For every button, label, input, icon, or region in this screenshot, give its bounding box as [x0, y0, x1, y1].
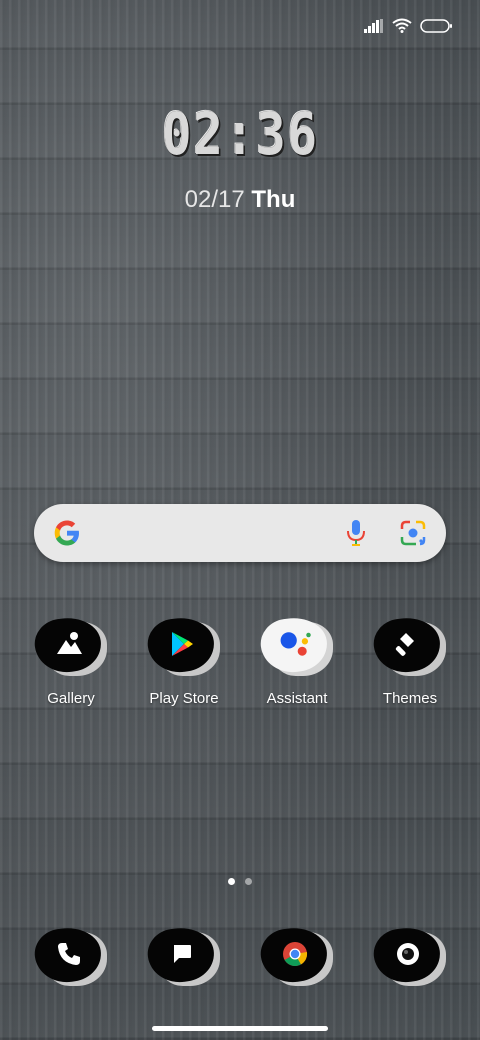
camera-blob — [370, 923, 448, 992]
chrome-icon — [277, 936, 313, 972]
app-label-themes: Themes — [382, 690, 438, 707]
assistant-icon — [277, 626, 313, 662]
google-search-bar[interactable] — [34, 504, 446, 562]
app-assistant[interactable]: Assistant — [242, 613, 352, 707]
gallery-blob — [31, 613, 109, 682]
chrome-blob — [257, 923, 335, 992]
mic-icon[interactable] — [346, 519, 366, 547]
date-widget[interactable]: 02/17 Thu — [0, 186, 480, 214]
app-themes[interactable]: Themes — [355, 613, 465, 707]
play-store-icon — [164, 626, 200, 662]
gesture-nav-handle[interactable] — [152, 1026, 328, 1031]
status-icons — [364, 18, 452, 33]
themes-blob — [370, 613, 448, 682]
messages-icon — [164, 936, 200, 972]
clock-widget[interactable]: 02:36 — [0, 100, 480, 168]
dock-camera[interactable] — [355, 923, 465, 992]
google-g-icon — [54, 520, 79, 546]
phone-icon — [51, 936, 87, 972]
app-label-play-store: Play Store — [149, 690, 219, 707]
date-text: 02/17 — [184, 186, 245, 213]
app-label-gallery: Gallery — [47, 690, 95, 707]
assistant-blob — [257, 613, 335, 682]
messages-blob — [144, 923, 222, 992]
signal-icon — [364, 18, 383, 33]
lens-icon[interactable] — [400, 520, 426, 546]
page-dot — [245, 878, 252, 885]
app-label-assistant: Assistant — [266, 690, 328, 707]
dock-messages[interactable] — [129, 923, 239, 992]
page-dot-active — [228, 878, 235, 885]
gallery-icon — [51, 626, 87, 662]
status-bar — [0, 0, 480, 44]
phone-blob — [31, 923, 109, 992]
play-store-blob — [144, 613, 222, 682]
wifi-icon — [392, 18, 412, 33]
battery-icon — [420, 18, 452, 33]
page-indicator — [0, 878, 480, 885]
clock-time: 02:36 — [161, 100, 319, 168]
themes-icon — [390, 626, 426, 662]
weekday-text: Thu — [251, 186, 296, 213]
app-gallery[interactable]: Gallery — [16, 613, 126, 707]
dock-phone[interactable] — [16, 923, 126, 992]
dock-chrome[interactable] — [242, 923, 352, 992]
app-play-store[interactable]: Play Store — [129, 613, 239, 707]
camera-icon — [390, 936, 426, 972]
